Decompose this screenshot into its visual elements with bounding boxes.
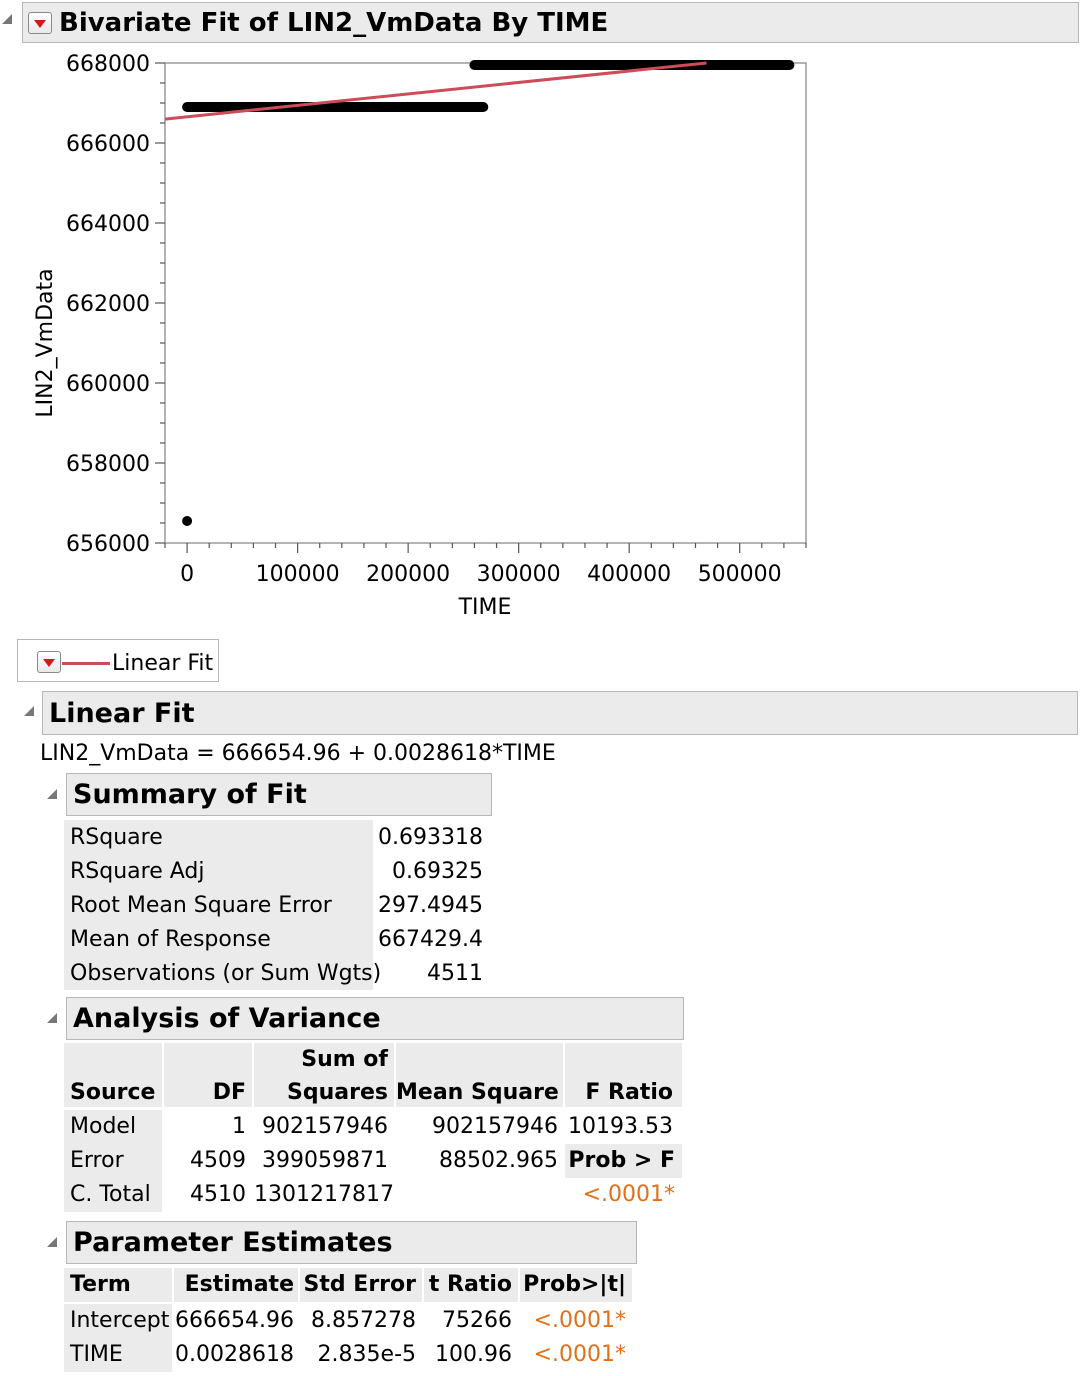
- y-axis: 656000 658000 660000 662000 664000 666000 6680…: [66, 52, 165, 557]
- red-triangle-menu-icon[interactable]: [37, 651, 61, 673]
- summary-row-value: 0.69325: [392, 859, 483, 884]
- x-tick-label: 500000: [698, 562, 782, 587]
- x-tick-label: 400000: [587, 562, 671, 587]
- anova-error-source: Error: [70, 1148, 124, 1173]
- summary-row-label: RSquare Adj: [70, 859, 205, 884]
- linear-fit-title: Linear Fit: [49, 697, 195, 729]
- anova-col-ss-line2: Squares: [287, 1080, 388, 1105]
- summary-of-fit-title: Summary of Fit: [73, 779, 307, 810]
- pe-cell-term: TIME: [70, 1342, 123, 1367]
- anova-error-df: 4509: [190, 1148, 246, 1173]
- y-tick-label: 664000: [66, 212, 150, 237]
- disclosure-triangle-icon[interactable]: [47, 1013, 57, 1023]
- summary-row-label: Observations (or Sum Wgts): [70, 961, 382, 986]
- pe-cell-t-ratio: 100.96: [435, 1342, 512, 1367]
- pe-cell-std-error: 2.835e-5: [317, 1342, 416, 1367]
- report-title: Bivariate Fit of LIN2_VmData By TIME: [59, 7, 609, 38]
- pe-cell-estimate: 0.0028618: [175, 1342, 294, 1367]
- pe-col-std-error: Std Error: [303, 1272, 416, 1297]
- anova-prob-label: Prob > F: [568, 1148, 675, 1173]
- pe-col-estimate: Estimate: [184, 1272, 294, 1297]
- fit-equation: LIN2_VmData = 666654.96 + 0.0028618*TIME: [40, 741, 556, 766]
- x-tick-label: 0: [180, 562, 194, 587]
- summary-row-label: Mean of Response: [70, 927, 271, 952]
- disclosure-triangle-icon[interactable]: [47, 1237, 57, 1247]
- anova-error-ss: 399059871: [262, 1148, 388, 1173]
- anova-prob-value: <.0001*: [582, 1182, 675, 1207]
- y-tick-label: 666000: [66, 132, 150, 157]
- report-header: Bivariate Fit of LIN2_VmData By TIME: [22, 2, 1079, 43]
- anova-col-f: F Ratio: [585, 1080, 673, 1105]
- linear-fit-legend-label: Linear Fit: [112, 651, 214, 676]
- anova-ctotal-df: 4510: [190, 1182, 246, 1207]
- parameter-estimates-title: Parameter Estimates: [73, 1227, 393, 1258]
- y-tick-label: 656000: [66, 532, 150, 557]
- pe-cell-term: Intercept: [70, 1308, 170, 1333]
- linear-fit-legend-button[interactable]: Linear Fit: [17, 639, 219, 682]
- anova-ctotal-source: C. Total: [70, 1182, 151, 1207]
- plot-frame: [164, 62, 807, 544]
- x-tick-label: 100000: [256, 562, 340, 587]
- pe-col-t-ratio: t Ratio: [428, 1272, 512, 1297]
- bivariate-plot: 656000 658000 660000 662000 664000 666000 6680…: [33, 52, 807, 620]
- anova-ctotal-ss: 1301217817: [254, 1182, 394, 1207]
- summary-of-fit-header: Summary of Fit: [66, 773, 492, 816]
- anova-col-source: Source: [70, 1080, 156, 1105]
- anova-header: Analysis of Variance: [66, 997, 684, 1040]
- y-tick-label: 668000: [66, 52, 150, 77]
- data-point: [182, 516, 193, 526]
- x-tick-label: 300000: [477, 562, 561, 587]
- pe-col-term: Term: [70, 1272, 131, 1297]
- summary-row-label: Root Mean Square Error: [70, 893, 332, 918]
- anova-model-df: 1: [232, 1114, 246, 1139]
- fit-line-swatch: [62, 662, 110, 665]
- pe-cell-prob: <.0001*: [533, 1308, 626, 1333]
- anova-col-df: DF: [212, 1080, 246, 1105]
- summary-row-value: 4511: [427, 961, 483, 986]
- linear-fit-header: Linear Fit: [42, 691, 1078, 735]
- anova-model-ss: 902157946: [262, 1114, 388, 1139]
- y-axis-label: LIN2_VmData: [33, 268, 58, 417]
- pe-cell-prob: <.0001*: [533, 1342, 626, 1367]
- anova-title: Analysis of Variance: [73, 1003, 381, 1034]
- pe-cell-std-error: 8.857278: [311, 1308, 416, 1333]
- pe-col-prob: Prob>|t|: [523, 1272, 626, 1297]
- x-axis: 0 100000 200000 300000 400000 500000: [164, 543, 807, 587]
- red-triangle-menu-icon[interactable]: [28, 12, 52, 34]
- y-tick-label: 662000: [66, 292, 150, 317]
- disclosure-triangle-icon[interactable]: [24, 706, 34, 716]
- pe-cell-t-ratio: 75266: [442, 1308, 512, 1333]
- anova-model-ms: 902157946: [432, 1114, 558, 1139]
- anova-col-ms: Mean Square: [396, 1080, 559, 1105]
- summary-row-value: 667429.4: [378, 927, 483, 952]
- parameter-estimates-header: Parameter Estimates: [66, 1221, 637, 1264]
- y-tick-label: 658000: [66, 452, 150, 477]
- summary-row-value: 0.693318: [378, 825, 483, 850]
- anova-col-ss-line1: Sum of: [301, 1047, 388, 1072]
- disclosure-triangle-icon[interactable]: [2, 14, 12, 24]
- pe-cell-estimate: 666654.96: [175, 1308, 294, 1333]
- summary-row-value: 297.4945: [378, 893, 483, 918]
- anova-error-ms: 88502.965: [439, 1148, 558, 1173]
- y-tick-label: 660000: [66, 372, 150, 397]
- anova-model-source: Model: [70, 1114, 137, 1139]
- anova-model-f: 10193.53: [568, 1114, 673, 1139]
- x-axis-label: TIME: [458, 595, 512, 620]
- disclosure-triangle-icon[interactable]: [47, 789, 57, 799]
- x-tick-label: 200000: [366, 562, 450, 587]
- summary-row-label: RSquare: [70, 825, 163, 850]
